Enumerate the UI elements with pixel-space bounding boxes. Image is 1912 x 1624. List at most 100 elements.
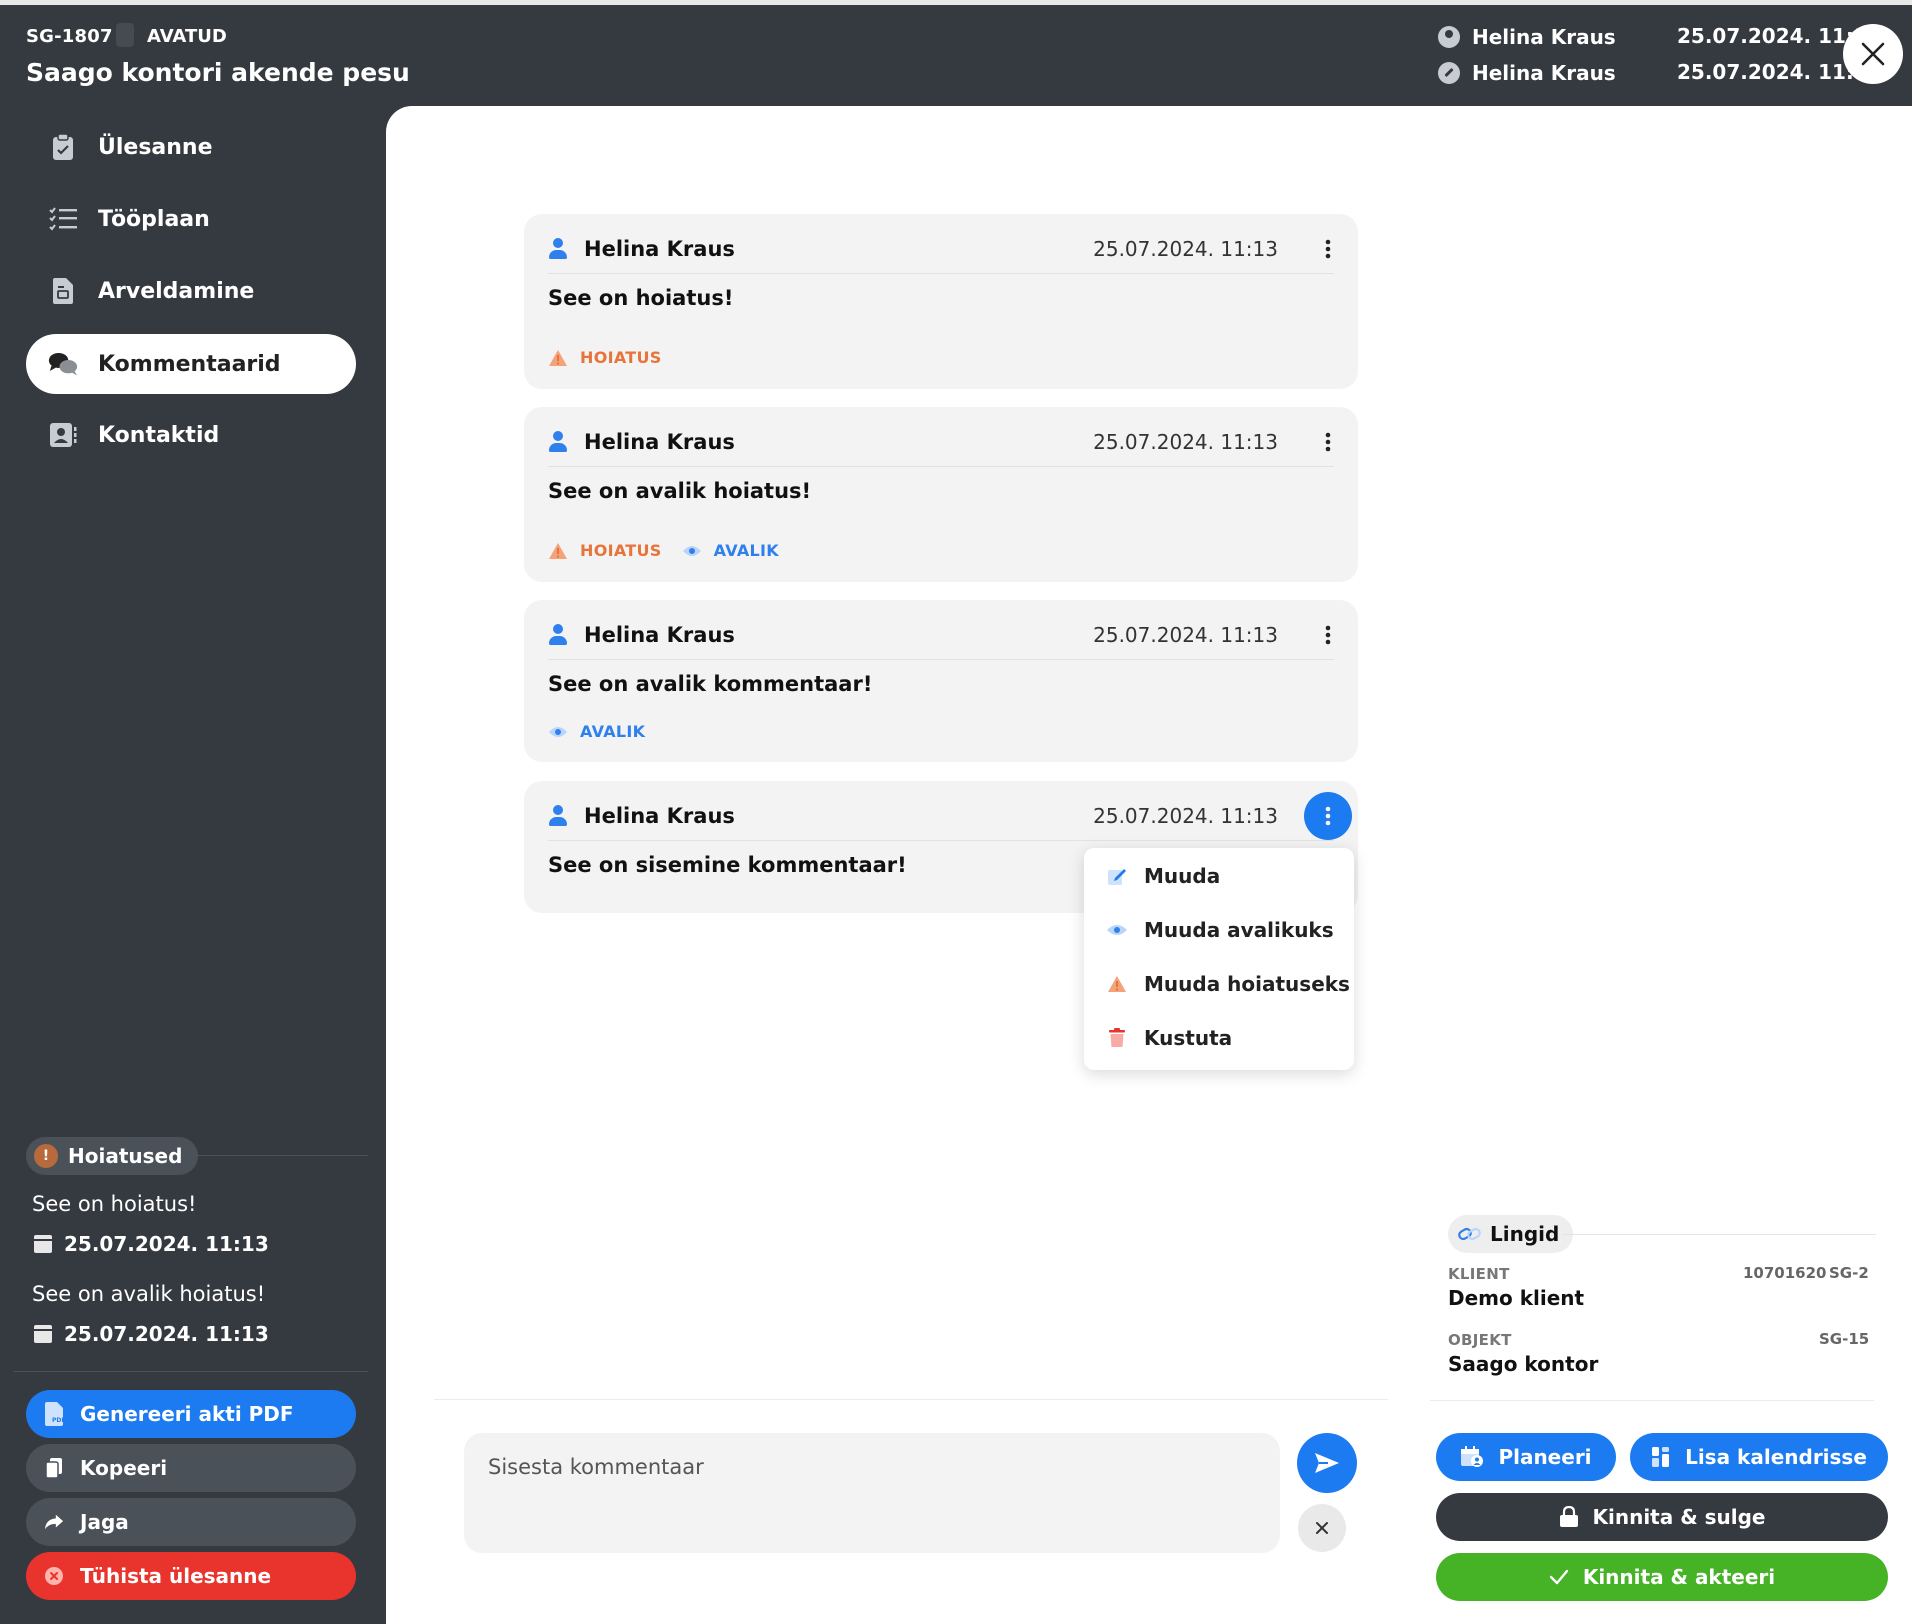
- lock-icon: [1559, 1506, 1579, 1528]
- warning-icon: [1106, 973, 1128, 995]
- divider: [434, 1399, 1388, 1400]
- pencil-icon: [1106, 865, 1128, 887]
- sidebar-item-tooplaan[interactable]: Tööplaan: [26, 189, 356, 249]
- comment-date: 25.07.2024. 11:13: [1093, 804, 1278, 828]
- cancel-task-label: Tühista ülesanne: [80, 1564, 272, 1588]
- comment-card: Helina Kraus 25.07.2024. 11:13 See on ho…: [524, 214, 1358, 389]
- links-header: Lingid: [1448, 1215, 1574, 1253]
- eye-icon: [682, 544, 702, 558]
- comment-text: See on avalik kommentaar!: [548, 672, 873, 696]
- comment-author: Helina Kraus: [584, 804, 735, 828]
- tag-public: AVALIK: [682, 541, 779, 560]
- object-link[interactable]: Saago kontor: [1448, 1352, 1598, 1376]
- comment-actions-menu: Muuda Muuda avalikuks Muuda hoiatuseks K…: [1084, 848, 1354, 1070]
- comment-menu-button[interactable]: [1304, 418, 1352, 466]
- comment-text: See on hoiatus!: [548, 286, 734, 310]
- svg-text:PDF: PDF: [52, 1417, 64, 1424]
- comment-card: Helina Kraus 25.07.2024. 11:13 See on av…: [524, 600, 1358, 762]
- warning-text: See on hoiatus!: [32, 1192, 197, 1216]
- top-border: [0, 0, 1912, 5]
- user-icon: [548, 238, 568, 260]
- sidebar-item-ulesanne[interactable]: Ülesanne: [26, 117, 356, 177]
- menu-item-delete[interactable]: Kustuta: [1106, 1018, 1232, 1058]
- warning-icon: [548, 349, 568, 367]
- user-icon: [548, 431, 568, 453]
- sidebar-item-label: Kommentaarid: [98, 351, 281, 377]
- comment-text: See on sisemine kommentaar!: [548, 853, 907, 877]
- warning-date-text: 25.07.2024. 11:13: [64, 1322, 269, 1346]
- clipboard-icon: [48, 132, 78, 162]
- send-icon: [1315, 1453, 1339, 1473]
- divider: [548, 466, 1334, 467]
- clear-input-button[interactable]: [1298, 1504, 1346, 1552]
- generate-pdf-button[interactable]: PDF Genereeri akti PDF: [26, 1390, 356, 1438]
- comment-date: 25.07.2024. 11:13: [1093, 430, 1278, 454]
- confirm-close-button[interactable]: Kinnita & sulge: [1436, 1493, 1888, 1541]
- cancel-task-button[interactable]: Tühista ülesanne: [26, 1552, 356, 1600]
- comment-text: See on avalik hoiatus!: [548, 479, 812, 503]
- comment-author: Helina Kraus: [584, 237, 735, 261]
- comment-input[interactable]: Sisesta kommentaar: [464, 1433, 1280, 1553]
- comment-card: Helina Kraus 25.07.2024. 11:13 See on av…: [524, 407, 1358, 582]
- edited-by-name: Helina Kraus: [1472, 61, 1616, 85]
- divider: [548, 659, 1334, 660]
- client-link[interactable]: Demo klient: [1448, 1286, 1584, 1310]
- sidebar-item-kontaktid[interactable]: Kontaktid: [26, 405, 356, 465]
- warning-date: 25.07.2024. 11:13: [34, 1322, 269, 1346]
- sidebar-item-label: Kontaktid: [98, 422, 220, 448]
- comment-author: Helina Kraus: [584, 430, 735, 454]
- comment-menu-button[interactable]: [1304, 225, 1352, 273]
- eye-icon: [1106, 919, 1128, 941]
- edited-by: Helina Kraus: [1438, 58, 1616, 88]
- close-button[interactable]: [1843, 24, 1903, 84]
- share-label: Jaga: [80, 1510, 129, 1534]
- client-number: 10701620: [1743, 1264, 1827, 1282]
- user-icon: [1438, 26, 1460, 48]
- menu-item-edit[interactable]: Muuda: [1106, 856, 1220, 896]
- sidebar-item-arveldamine[interactable]: Arveldamine: [26, 261, 356, 321]
- checklist-icon: [48, 204, 78, 234]
- menu-item-label: Muuda hoiatuseks: [1144, 972, 1350, 996]
- menu-item-label: Muuda: [1144, 864, 1221, 888]
- share-icon: [44, 1511, 64, 1533]
- add-to-calendar-button[interactable]: Lisa kalendrisse: [1630, 1433, 1888, 1481]
- comment-date: 25.07.2024. 11:13: [1093, 623, 1278, 647]
- confirm-act-label: Kinnita & akteeri: [1582, 1565, 1776, 1589]
- calendar-icon: [34, 1235, 52, 1253]
- contacts-icon: [48, 420, 78, 450]
- client-code: SG-2: [1829, 1264, 1869, 1282]
- created-by: Helina Kraus: [1438, 22, 1616, 52]
- divider: [14, 1371, 368, 1372]
- sidebar-item-label: Arveldamine: [98, 278, 255, 304]
- status-icon: [116, 23, 134, 47]
- divider: [1562, 1234, 1876, 1235]
- copy-icon: [44, 1457, 64, 1479]
- tag-label: HOIATUS: [580, 348, 662, 367]
- send-button[interactable]: [1297, 1433, 1357, 1493]
- warning-icon: [548, 542, 568, 560]
- close-icon: [1316, 1522, 1328, 1534]
- menu-item-make-warning[interactable]: Muuda hoiatuseks: [1106, 964, 1350, 1004]
- comment-menu-button[interactable]: [1304, 611, 1352, 659]
- sidebar-item-label: Tööplaan: [98, 206, 210, 232]
- page-title: Saago kontori akende pesu: [26, 58, 410, 87]
- warning-date-text: 25.07.2024. 11:13: [64, 1232, 269, 1256]
- confirm-act-button[interactable]: Kinnita & akteeri: [1436, 1553, 1888, 1601]
- divider: [186, 1155, 368, 1156]
- menu-item-label: Muuda avalikuks: [1144, 918, 1334, 942]
- user-icon: [548, 624, 568, 646]
- plan-button[interactable]: Planeeri: [1436, 1433, 1616, 1481]
- generate-pdf-label: Genereeri akti PDF: [80, 1402, 294, 1426]
- add-to-calendar-label: Lisa kalendrisse: [1685, 1445, 1867, 1469]
- close-icon: [1861, 42, 1885, 66]
- task-status: AVATUD: [147, 26, 227, 47]
- divider: [1430, 1400, 1874, 1401]
- created-by-name: Helina Kraus: [1472, 25, 1616, 49]
- sidebar-item-kommentaarid[interactable]: Kommentaarid: [26, 334, 356, 394]
- copy-button[interactable]: Kopeeri: [26, 1444, 356, 1492]
- warning-date: 25.07.2024. 11:13: [34, 1232, 269, 1256]
- menu-item-make-public[interactable]: Muuda avalikuks: [1106, 910, 1334, 950]
- comment-menu-button[interactable]: [1304, 792, 1352, 840]
- calendar-user-icon: [1460, 1446, 1484, 1468]
- share-button[interactable]: Jaga: [26, 1498, 356, 1546]
